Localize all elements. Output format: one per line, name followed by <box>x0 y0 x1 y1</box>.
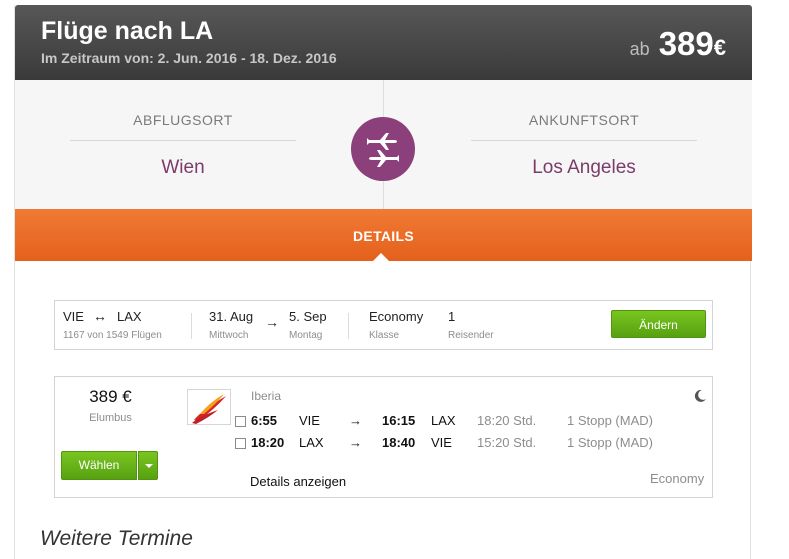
travelers-value[interactable]: 1 <box>448 309 455 324</box>
depart-day: Mittwoch <box>209 330 249 341</box>
flight-result: 389 € Elumbus Wählen Iberia 6:55 VIE → 1… <box>54 376 713 498</box>
arrow-right-icon: → <box>349 413 362 428</box>
travelers-label: Reisender <box>448 330 494 341</box>
arr-airport: LAX <box>431 413 456 428</box>
flight-card: Flüge nach LA Im Zeitraum von: 2. Jun. 2… <box>14 5 752 559</box>
class-value[interactable]: Economy <box>369 309 423 324</box>
return-date[interactable]: 5. Sep <box>289 309 327 324</box>
two-planes-icon <box>351 117 415 181</box>
airline-logo <box>187 389 231 425</box>
dep-time: 18:20 <box>251 435 285 450</box>
arr-airport: VIE <box>431 435 452 450</box>
origin-rule <box>70 140 296 141</box>
dep-airport: VIE <box>299 413 320 428</box>
return-day: Montag <box>289 330 323 341</box>
date-arrow-icon: → <box>265 314 279 330</box>
arrow-right-icon: → <box>349 435 362 450</box>
duration: 18:20 Std. <box>477 413 537 428</box>
moon-icon <box>694 389 706 402</box>
price-currency: € <box>713 35 726 60</box>
date-range-subtitle: Im Zeitraum von: 2. Jun. 2016 - 18. Dez.… <box>41 50 337 66</box>
leg-checkbox[interactable] <box>235 438 246 449</box>
leg-checkbox[interactable] <box>235 416 246 427</box>
dep-airport: LAX <box>299 435 324 450</box>
more-dates-heading: Weitere Termine <box>40 527 193 550</box>
origin-label: ABFLUGSORT <box>133 112 233 128</box>
route-panel: ABFLUGSORT Wien ANKUNFTSORT Los Angeles <box>15 80 752 209</box>
flight-leg-outbound: 6:55 VIE → 16:15 LAX 18:20 Std. 1 Stopp … <box>235 413 705 431</box>
class-label: Klasse <box>369 330 400 341</box>
search-summary: VIE ↔ LAX 1167 von 1549 Flügen 31. Aug M… <box>54 300 713 350</box>
destination-rule <box>471 140 697 141</box>
page-title: Flüge nach LA <box>41 17 214 45</box>
separator <box>191 313 192 339</box>
show-details-link[interactable]: Details anzeigen <box>250 474 346 489</box>
price-prefix: ab <box>629 39 650 59</box>
airline-name: Iberia <box>251 389 282 403</box>
stops: 1 Stopp (MAD) <box>567 413 653 428</box>
flight-leg-return: 18:20 LAX → 18:40 VIE 15:20 Std. 1 Stopp… <box>235 435 705 453</box>
change-search-button[interactable]: Ändern <box>611 310 706 338</box>
depart-date[interactable]: 31. Aug <box>209 309 253 324</box>
tab-details[interactable]: DETAILS <box>15 228 752 244</box>
to-code: LAX <box>117 309 142 324</box>
destination-value[interactable]: Los Angeles <box>471 157 697 179</box>
stops: 1 Stopp (MAD) <box>567 435 653 450</box>
origin-value[interactable]: Wien <box>70 157 296 179</box>
dep-time: 6:55 <box>251 413 278 428</box>
arr-time: 18:40 <box>382 435 416 450</box>
roundtrip-arrow-icon: ↔ <box>93 308 107 324</box>
separator <box>348 313 349 339</box>
flights-count: 1167 von 1549 Flügen <box>63 330 162 341</box>
origin-column[interactable]: ABFLUGSORT Wien <box>70 80 296 179</box>
result-price: 389 € <box>89 387 132 406</box>
price-value: 389 <box>658 25 714 62</box>
duration: 15:20 Std. <box>477 435 537 450</box>
active-tab-notch <box>373 253 389 261</box>
card-header: Flüge nach LA Im Zeitraum von: 2. Jun. 2… <box>15 5 752 80</box>
from-code: VIE <box>63 309 84 324</box>
header-price: ab 389 € <box>630 25 726 63</box>
select-offer-button[interactable]: Wählen <box>61 451 137 480</box>
destination-column[interactable]: ANKUNFTSORT Los Angeles <box>471 80 697 179</box>
result-vendor: Elumbus <box>89 412 132 424</box>
arr-time: 16:15 <box>382 413 416 428</box>
destination-label: ANKUNFTSORT <box>528 112 640 128</box>
chevron-down-icon[interactable] <box>138 451 158 480</box>
tab-bar: DETAILS <box>15 209 752 261</box>
cabin-class: Economy <box>650 471 705 486</box>
